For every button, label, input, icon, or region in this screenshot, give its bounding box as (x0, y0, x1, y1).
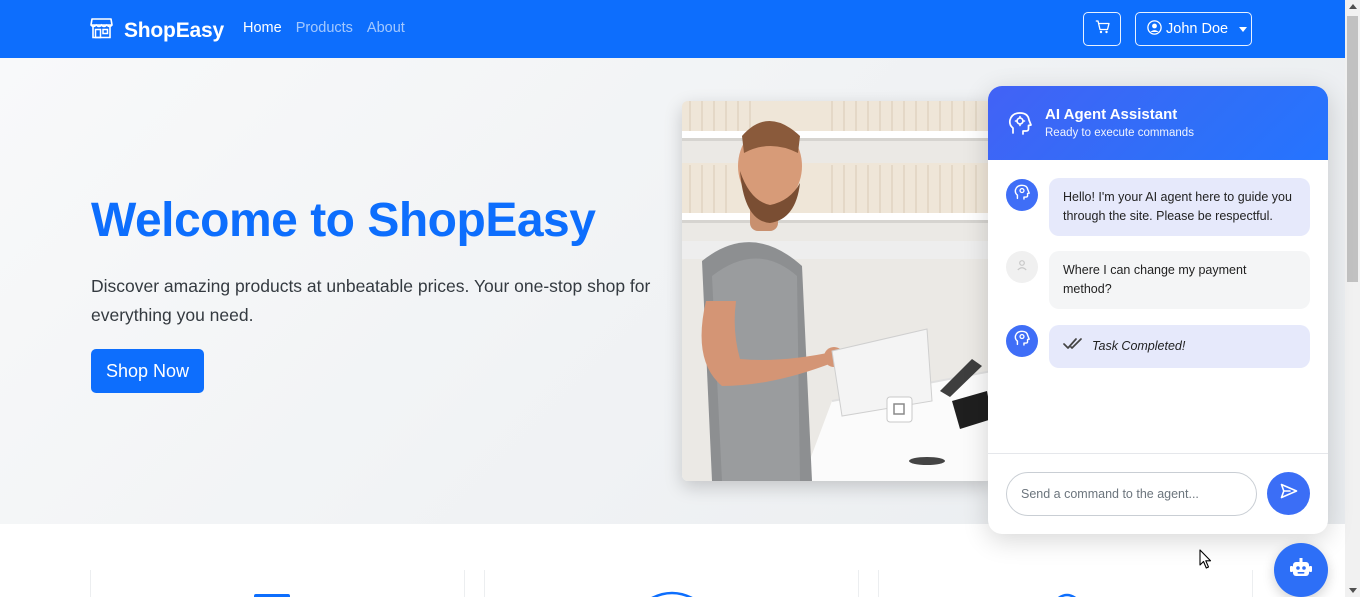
send-icon (1280, 483, 1298, 504)
feature-card (484, 570, 859, 597)
user-avatar (1006, 251, 1038, 283)
chat-title: AI Agent Assistant (1045, 106, 1178, 123)
agent-toggle-button[interactable] (1274, 543, 1328, 597)
headset-icon (1049, 590, 1085, 597)
hero-image (682, 101, 992, 481)
feature-card (878, 570, 1253, 597)
hero-subtitle: Discover amazing products at unbeatable … (91, 276, 651, 325)
agent-avatar (1006, 179, 1038, 211)
double-check-icon (1063, 337, 1083, 356)
agent-task-message: Task Completed! (1049, 325, 1310, 368)
nav-about-link[interactable]: About (367, 20, 405, 36)
brand-name: ShopEasy (124, 18, 224, 42)
robot-icon (1289, 557, 1313, 584)
agent-command-input[interactable] (1006, 472, 1257, 516)
navbar: ShopEasy Home Products About John Doe (0, 0, 1345, 58)
send-button[interactable] (1267, 472, 1310, 515)
scroll-down-arrow-icon[interactable] (1349, 588, 1357, 593)
truck-icon (253, 590, 291, 597)
shield-icon (650, 590, 694, 597)
feature-card (90, 570, 465, 597)
user-name: John Doe (1166, 21, 1229, 37)
features-section (0, 524, 1345, 597)
cart-button[interactable] (1083, 12, 1121, 46)
scrollbar-thumb[interactable] (1347, 16, 1358, 282)
store-icon (90, 17, 113, 44)
nav-products-link[interactable]: Products (296, 20, 353, 36)
shop-now-button[interactable]: Shop Now (91, 349, 204, 393)
agent-avatar (1006, 325, 1038, 357)
ai-brain-icon (1014, 330, 1030, 352)
chat-status: Ready to execute commands (1045, 127, 1194, 139)
ai-brain-icon (1014, 184, 1030, 206)
chevron-down-icon (1239, 26, 1248, 32)
agent-message: Hello! I'm your AI agent here to guide y… (1049, 178, 1310, 236)
ai-brain-icon (1008, 111, 1032, 142)
ai-agent-chat-panel: AI Agent Assistant Ready to execute comm… (988, 86, 1328, 534)
nav-home-link[interactable]: Home (243, 20, 282, 36)
cart-icon (1095, 19, 1110, 39)
user-menu-dropdown[interactable]: John Doe (1135, 12, 1252, 46)
mouse-cursor-icon (1199, 549, 1213, 575)
user-circle-icon (1147, 19, 1162, 39)
user-message: Where I can change my payment method? (1049, 251, 1310, 309)
hero-title: Welcome to ShopEasy (91, 194, 596, 247)
scroll-up-arrow-icon[interactable] (1349, 4, 1357, 9)
chat-header: AI Agent Assistant Ready to execute comm… (988, 86, 1328, 160)
brand-link[interactable]: ShopEasy (90, 17, 224, 44)
user-icon (1016, 258, 1028, 276)
chat-divider (988, 453, 1328, 454)
task-status-text: Task Completed! (1092, 339, 1186, 353)
main-nav: Home Products About (243, 20, 405, 36)
